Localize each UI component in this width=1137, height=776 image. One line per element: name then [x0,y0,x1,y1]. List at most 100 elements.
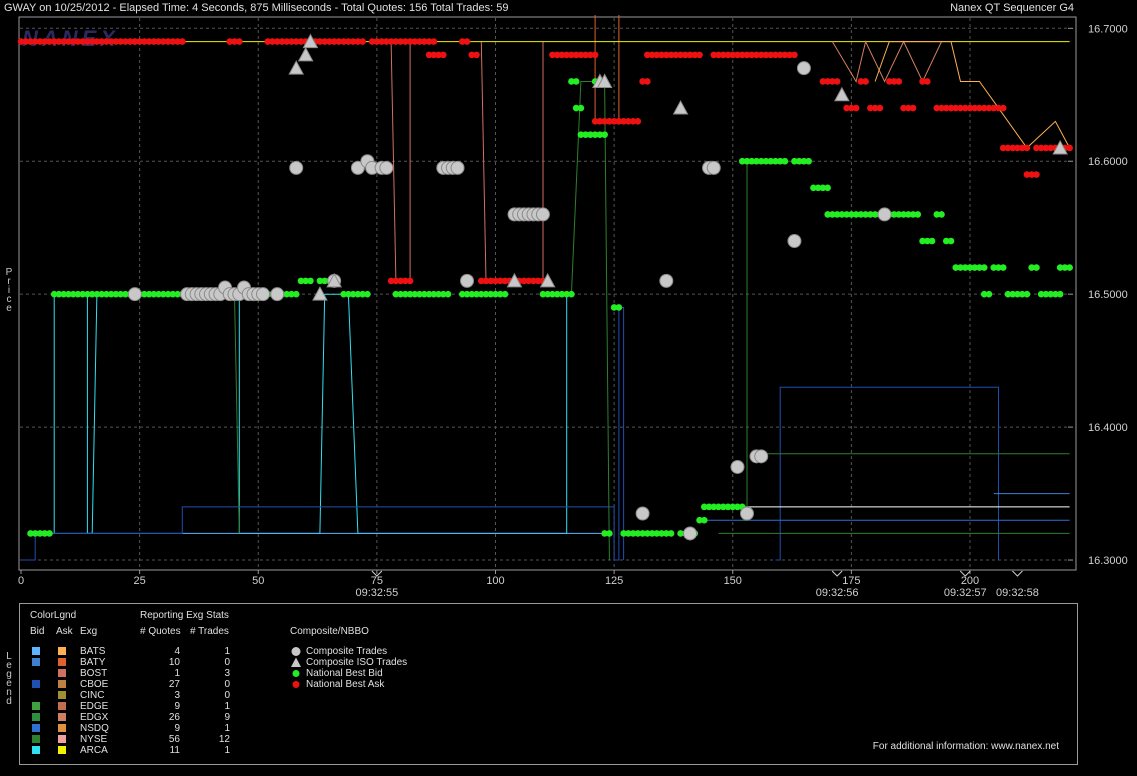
legend-trades-cell: 1 [224,745,230,756]
ask-color-swatch [58,669,66,677]
ask-color-swatch [58,702,66,710]
composite-trade-point [635,506,650,521]
x-tick-label: 25 [134,575,146,587]
time-label: 09:32:55 [355,587,398,599]
dot-marker-icon [292,681,300,688]
legend-exg-cell: EDGX [80,712,109,723]
ask-color-swatch [58,680,66,688]
best-ask-point [833,78,841,85]
legend-quotes-cell: 26 [168,712,180,723]
legend-panel: ColorLgnd Reporting Exg Stats Bid Ask Ex… [19,603,1078,765]
composite-trade-point [730,459,745,474]
y-tick-label: 16.3000 [1088,555,1128,567]
legend-trades-cell: 3 [224,668,230,679]
best-bid-point [938,211,945,218]
best-ask-point [179,38,186,45]
legend-exg-cell: CINC [80,690,105,701]
composite-trade-point [739,506,754,521]
composite-trade-point [787,233,802,248]
legend-exg-cell: BOST [80,668,108,679]
composite-title: Composite/NBBO [290,626,369,637]
best-ask-point [463,38,471,45]
time-label: 09:32:56 [816,587,859,599]
best-ask-point [235,38,243,45]
composite-trade-point [255,287,270,302]
legend-trades-cell: 9 [224,712,230,723]
best-bid-point [572,78,580,85]
best-bid-point [1023,290,1031,298]
bid-color-swatch [32,713,40,721]
x-tick-label: 50 [252,575,264,587]
best-ask-point [430,38,438,45]
best-bid-point [577,104,585,112]
best-ask-point [1066,144,1073,152]
best-bid-point [980,264,988,271]
bid-color-swatch [32,658,40,666]
ask-color-swatch [58,746,66,754]
best-ask-point [359,38,366,45]
best-ask-point [473,51,480,59]
ask-color-swatch [58,735,66,743]
ask-color-swatch [58,691,66,699]
best-bid-point [700,516,708,524]
time-label: 09:32:58 [996,587,1039,599]
legend-exg-cell: BATY [80,657,106,668]
legend-quotes-cell: 4 [174,646,180,657]
nanex-logo: NANEX [22,26,119,51]
x-tick-label: 175 [842,575,860,587]
legend-quotes-cell: 10 [168,657,180,668]
legend-exg-cell: CBOE [80,679,109,690]
best-ask-point [791,51,798,59]
bid-color-swatch [32,680,40,688]
legend-exg-cell: EDGE [80,701,109,712]
best-bid-point [947,237,955,245]
circle-marker-icon [291,647,301,656]
triangle-marker-icon [291,657,301,667]
x-tick-label: 100 [486,575,504,587]
legend-quotes-cell: 56 [168,734,180,745]
legend-quotes-cell: 3 [174,690,180,701]
best-ask-point [895,78,903,85]
best-ask-point [909,104,917,112]
composite-trade-point [535,207,550,222]
best-bid-point [1056,290,1064,298]
x-tick-label: 0 [18,575,24,587]
price-chart: NANEX 0 25 50 75 100 125 150 175 200 09:32:55 09:3… [17,15,1128,599]
best-bid-point [307,277,314,285]
y-tick-label: 16.6000 [1088,156,1128,168]
best-ask-point [1033,171,1040,178]
ask-color-swatch [58,724,66,732]
best-ask-point [591,51,599,59]
best-bid-point [568,290,575,298]
legend-exg-cell: NYSE [80,734,108,745]
legend-trades-cell: 12 [218,734,230,745]
best-bid-point [615,304,623,311]
best-ask-point [696,51,703,59]
bid-color-swatch [32,724,40,732]
legend-exg-cell: BATS [80,646,106,657]
best-bid-point [999,264,1007,271]
ask-color-swatch [58,647,66,655]
best-ask-point [852,104,860,112]
best-ask-point [876,104,884,112]
composite-legend-label: National Best Ask [306,679,385,690]
best-bid-point [667,530,675,537]
bid-color-swatch [32,691,40,699]
stats-title: Reporting Exg Stats [140,610,229,621]
legend-trades-cell: 0 [224,657,230,668]
legend-trades-cell: 0 [224,690,230,701]
best-bid-point [606,530,613,537]
best-bid-point [928,237,936,245]
best-ask-point [644,78,651,85]
x-tick-label: 125 [605,575,623,587]
best-bid-point [46,530,53,537]
y-axis-label: Price [5,267,13,314]
composite-trade-point [796,61,811,76]
best-bid-point [444,290,452,298]
ask-color-swatch [58,713,66,721]
best-ask-point [1023,144,1031,152]
best-ask-point [406,277,414,285]
legend-trades-cell: 0 [224,679,230,690]
time-label: 09:32:57 [944,587,987,599]
footer-text: For additional information: www.nanex.ne… [872,741,1059,752]
